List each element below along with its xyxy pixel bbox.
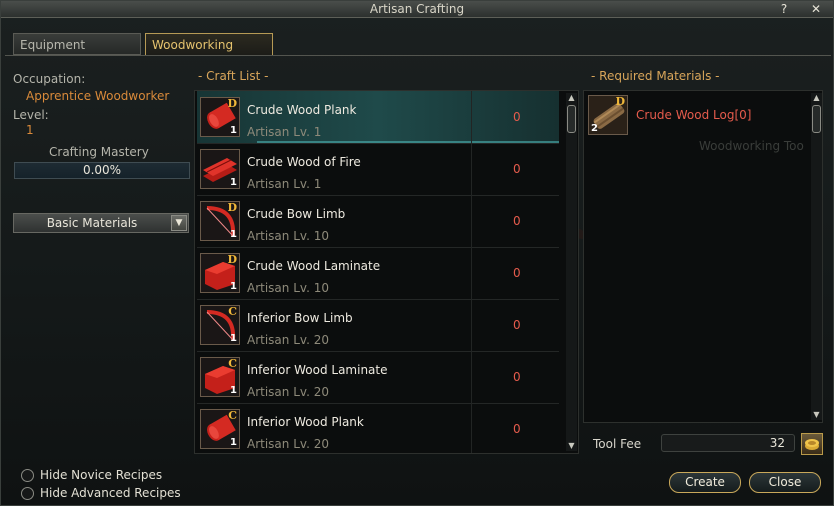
column-divider (471, 195, 472, 247)
item-count: 0 (513, 110, 521, 124)
item-level: Artisan Lv. 1 (247, 125, 322, 139)
craft-list: D 1 Crude Wood Plank Artisan Lv. 1 0 1 Crude W… (194, 90, 579, 454)
item-qty: 1 (230, 281, 237, 292)
radio-button[interactable] (21, 487, 34, 500)
bow-limb-icon: C1 (200, 305, 240, 345)
craft-list-scrollbar[interactable]: ▲ ▼ (566, 93, 577, 451)
item-qty: 1 (230, 177, 237, 188)
window-title: Artisan Crafting (369, 2, 465, 16)
artisan-crafting-window: Artisan Crafting ? ✕ Equipment Woodworki… (0, 0, 834, 506)
item-level: Artisan Lv. 10 (247, 229, 329, 243)
close-icon[interactable]: ✕ (809, 1, 823, 17)
scroll-thumb[interactable] (567, 105, 576, 133)
item-level: Artisan Lv. 10 (247, 281, 329, 295)
scroll-up-icon[interactable]: ▲ (811, 93, 822, 103)
help-icon[interactable]: ? (777, 1, 791, 17)
occupation-value: Apprentice Woodworker (26, 89, 170, 103)
material-name: Crude Wood Log[0] (636, 108, 752, 122)
item-qty: 1 (230, 333, 237, 344)
item-grade: D (227, 97, 237, 110)
column-divider (471, 299, 472, 351)
craft-list-item[interactable]: D 1 Crude Bow Limb Artisan Lv. 10 0 (197, 195, 559, 248)
item-count: 0 (513, 370, 521, 384)
item-qty: 1 (230, 437, 237, 448)
wood-of-fire-icon: 1 (200, 149, 240, 189)
column-divider (471, 403, 472, 453)
scroll-up-icon[interactable]: ▲ (566, 93, 577, 103)
background-ghost-text: Woodworking Too (699, 139, 804, 153)
crafting-mastery-bar: 0.00% (14, 162, 190, 179)
radio-button[interactable] (21, 469, 34, 482)
item-count: 0 (513, 214, 521, 228)
item-level: Artisan Lv. 20 (247, 437, 329, 451)
scroll-down-icon[interactable]: ▼ (811, 410, 822, 420)
required-materials-list: D 2 Crude Wood Log[0] Woodworking Too ▲ … (583, 90, 823, 423)
materials-scrollbar[interactable]: ▲ ▼ (811, 93, 822, 420)
tab-equipment[interactable]: Equipment (13, 33, 141, 55)
item-name: Inferior Bow Limb (247, 311, 353, 325)
craft-list-item[interactable]: C 1 Inferior Bow Limb Artisan Lv. 20 0 (197, 299, 559, 352)
column-divider (471, 143, 472, 195)
required-materials-title: - Required Materials - (591, 69, 720, 83)
scroll-thumb[interactable] (812, 105, 821, 133)
close-button[interactable]: Close (749, 472, 821, 493)
craft-list-title: - Craft List - (198, 69, 269, 83)
item-qty: 1 (230, 229, 237, 240)
craft-list-item[interactable]: D 1 Crude Wood Plank Artisan Lv. 10 (197, 91, 559, 144)
item-count: 0 (513, 318, 521, 332)
wood-plank-icon: C1 (200, 409, 240, 449)
item-name: Crude Wood Laminate (247, 259, 381, 273)
create-button[interactable]: Create (669, 472, 741, 493)
item-level: Artisan Lv. 1 (247, 177, 322, 191)
category-dropdown[interactable]: Basic Materials ▼ (13, 213, 189, 233)
tab-woodworking[interactable]: Woodworking (145, 33, 273, 55)
item-grade: C (228, 357, 237, 370)
hide-advanced-label: Hide Advanced Recipes (40, 486, 181, 500)
column-divider (471, 247, 472, 299)
item-grade: D (227, 253, 237, 266)
item-grade: D (227, 201, 237, 214)
item-count: 0 (513, 266, 521, 280)
item-count: 0 (513, 162, 521, 176)
category-dropdown-value: Basic Materials (46, 216, 138, 230)
occupation-label: Occupation: (13, 72, 86, 86)
crafting-mastery-label: Crafting Mastery (49, 145, 149, 159)
item-level: Artisan Lv. 20 (247, 333, 329, 347)
item-qty: 1 (230, 125, 237, 136)
tool-fee-label: Tool Fee (593, 437, 642, 451)
title-bar[interactable]: Artisan Crafting ? ✕ (1, 1, 833, 18)
wood-log-icon: D 2 (588, 95, 628, 135)
chevron-down-icon[interactable]: ▼ (171, 215, 187, 231)
item-name: Crude Wood of Fire (247, 155, 361, 169)
scroll-down-icon[interactable]: ▼ (566, 441, 577, 451)
level-value: 1 (26, 123, 34, 137)
item-name: Crude Bow Limb (247, 207, 346, 221)
tool-fee-value: 32 (661, 434, 795, 452)
column-divider (471, 351, 472, 403)
column-divider (471, 91, 472, 143)
item-name: Inferior Wood Laminate (247, 363, 388, 377)
wood-laminate-icon: D1 (200, 253, 240, 293)
adena-coin-icon[interactable] (801, 433, 823, 455)
item-qty: 1 (230, 385, 237, 396)
wood-laminate-icon: C1 (200, 357, 240, 397)
craft-list-item[interactable]: C 1 Inferior Wood Laminate Artisan Lv. 20 0 (197, 351, 559, 404)
item-count: 0 (513, 422, 521, 436)
mastery-value: 0.00% (82, 163, 122, 177)
craft-list-item[interactable]: D 1 Crude Wood Laminate Artisan Lv. 10 0 (197, 247, 559, 300)
item-level: Artisan Lv. 20 (247, 385, 329, 399)
craft-list-item[interactable]: C 1 Inferior Wood Plank Artisan Lv. 20 0 (197, 403, 559, 453)
material-grade: D (615, 95, 625, 108)
item-grade: C (228, 305, 237, 318)
item-grade: C (228, 409, 237, 422)
bow-limb-icon: D1 (200, 201, 240, 241)
hide-novice-label: Hide Novice Recipes (40, 468, 163, 482)
item-name: Crude Wood Plank (247, 103, 357, 117)
item-name: Inferior Wood Plank (247, 415, 364, 429)
wood-plank-icon: D1 (200, 97, 240, 137)
level-label: Level: (13, 108, 49, 122)
craft-list-item[interactable]: 1 Crude Wood of Fire Artisan Lv. 1 0 (197, 143, 559, 196)
material-qty: 2 (591, 123, 598, 134)
